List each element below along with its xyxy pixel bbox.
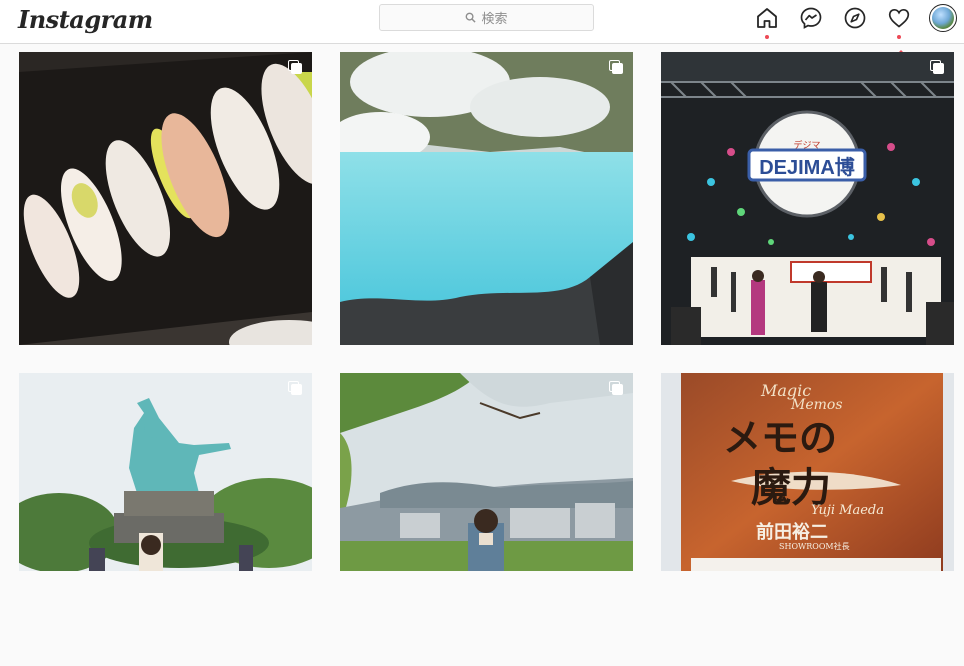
messenger-icon: [800, 7, 822, 29]
activity-notification-dot: [897, 35, 901, 39]
carousel-icon: [288, 60, 302, 74]
carousel-icon: [930, 60, 944, 74]
explore-button[interactable]: [843, 6, 867, 30]
post-book-cover[interactable]: Magic Memos メモの 魔力 Yuji Maeda 前田裕二 SHOWR…: [661, 373, 954, 666]
book-publisher: SHOWROOM社長: [779, 542, 850, 551]
post-peace-statue[interactable]: [19, 373, 312, 666]
book-author-script: Yuji Maeda: [811, 503, 884, 518]
post-image: [19, 373, 312, 571]
post-image: [340, 52, 633, 345]
post-dejima-stage[interactable]: DEJIMA博 デジマ: [661, 52, 954, 345]
explore-icon: [844, 7, 866, 29]
post-image: [19, 52, 312, 345]
search-icon: [466, 12, 477, 23]
post-image: [340, 373, 633, 571]
instagram-logo[interactable]: Instagram: [18, 2, 153, 38]
post-image: DEJIMA博 デジマ: [661, 52, 954, 345]
top-navigation-bar: Instagram 検索: [0, 0, 964, 44]
home-button[interactable]: [755, 6, 779, 30]
post-sushi[interactable]: [19, 52, 312, 345]
activity-button[interactable]: [887, 6, 911, 30]
messenger-button[interactable]: [799, 6, 823, 30]
carousel-icon: [609, 381, 623, 395]
search-placeholder: 検索: [481, 11, 508, 26]
sign-text: DEJIMA博: [759, 155, 855, 179]
avatar-image: [932, 7, 954, 29]
post-blue-pond[interactable]: [340, 52, 633, 345]
home-icon: [757, 8, 777, 28]
sign-ruby: デジマ: [793, 139, 820, 151]
search-input[interactable]: 検索: [379, 4, 594, 31]
post-city-view[interactable]: [340, 373, 633, 666]
activity-heart-icon: [888, 8, 910, 28]
carousel-icon: [609, 60, 623, 74]
carousel-icon: [288, 381, 302, 395]
book-title-line-1: メモの: [723, 416, 838, 460]
profile-avatar[interactable]: [929, 4, 957, 32]
home-notification-dot: [765, 35, 769, 39]
